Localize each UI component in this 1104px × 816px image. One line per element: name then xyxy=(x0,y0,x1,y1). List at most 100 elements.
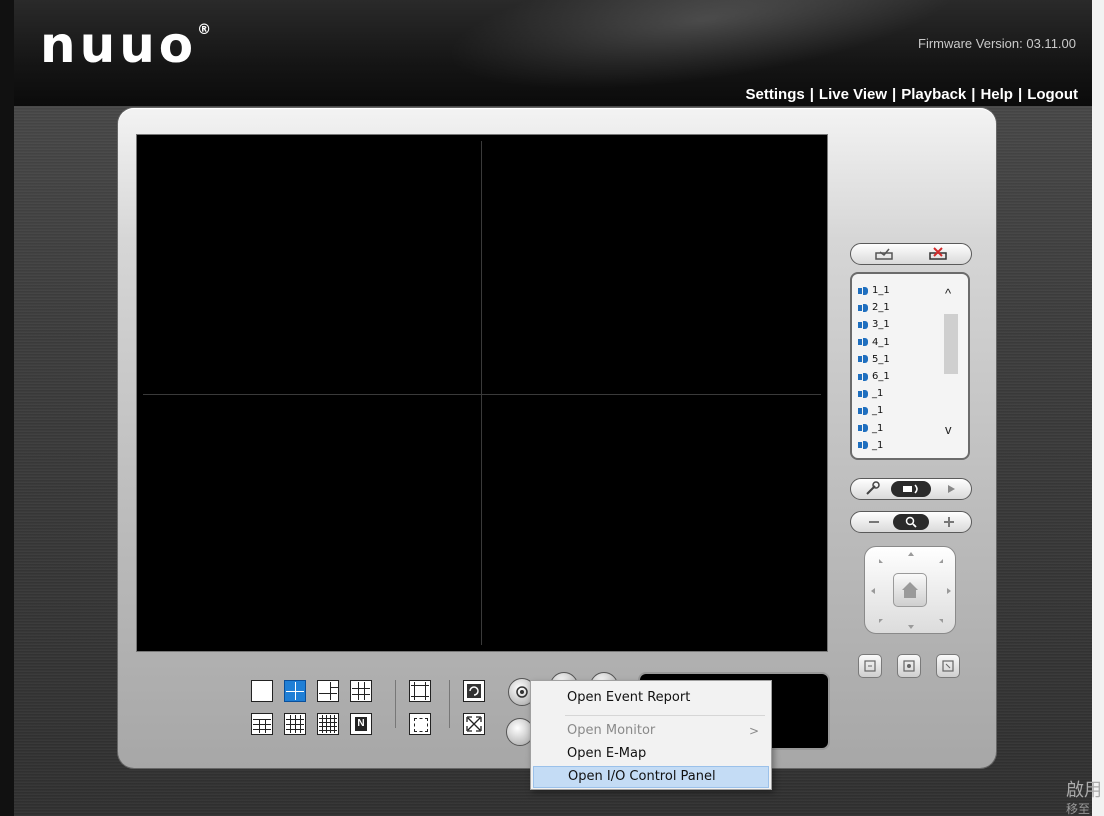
fullscreen-button[interactable] xyxy=(463,713,485,735)
ptz-home-button[interactable] xyxy=(893,573,927,607)
list-item[interactable]: 1_1 xyxy=(858,282,942,299)
grid-line xyxy=(319,730,337,731)
nav-settings[interactable]: Settings xyxy=(746,86,805,103)
expand-icon xyxy=(942,660,954,672)
layout-1plus5-button[interactable] xyxy=(317,680,339,702)
menu-item-open-monitor[interactable]: Open Monitor > xyxy=(533,720,769,742)
left-edge xyxy=(0,0,14,816)
grid-line xyxy=(364,682,365,700)
plus-icon xyxy=(944,517,954,527)
layout-4x4-button[interactable] xyxy=(284,713,306,735)
list-item[interactable]: 3_1 xyxy=(858,316,942,333)
header-bar: nuuo® Firmware Version: 03.11.00 Setting… xyxy=(14,0,1092,106)
tools-pill xyxy=(850,478,972,500)
toolbar-divider xyxy=(395,680,396,728)
grid-line xyxy=(253,724,271,725)
firmware-version: Firmware Version: 03.11.00 xyxy=(918,36,1076,51)
frame-icon xyxy=(864,660,876,672)
camera-icon xyxy=(858,424,869,433)
play-button[interactable] xyxy=(935,481,967,497)
grid-line xyxy=(286,724,304,725)
list-item[interactable]: 4_1 xyxy=(858,334,942,351)
grid-line xyxy=(253,729,271,730)
delete-view-button[interactable] xyxy=(913,246,963,262)
camera-label: 2_1 xyxy=(872,302,890,314)
save-view-icon xyxy=(875,248,893,260)
scrollbar-thumb[interactable] xyxy=(944,314,958,374)
menu-item-open-io-control-panel[interactable]: Open I/O Control Panel xyxy=(533,766,769,788)
menu-separator xyxy=(565,715,765,716)
preset-button-1[interactable] xyxy=(858,654,882,678)
grid-line xyxy=(352,688,370,689)
grid-line xyxy=(414,682,415,700)
camera-label: _1 xyxy=(872,405,884,417)
video-grid[interactable] xyxy=(136,134,828,652)
delete-view-icon xyxy=(929,247,947,260)
list-item[interactable]: 6_1 xyxy=(858,368,942,385)
ptz-pad[interactable] xyxy=(864,546,956,634)
camera-list-scrollbar[interactable]: ^ v xyxy=(944,284,960,444)
layout-3x3-button[interactable] xyxy=(350,680,372,702)
layout-wide-button[interactable] xyxy=(409,713,431,735)
scroll-up-icon[interactable]: ^ xyxy=(945,286,951,301)
grid-line xyxy=(425,682,426,700)
nav-playback[interactable]: Playback xyxy=(901,86,966,103)
scroll-down-icon[interactable]: v xyxy=(945,422,952,437)
grid-divider-horizontal xyxy=(143,394,821,395)
speaker-icon xyxy=(903,484,918,494)
audio-button[interactable] xyxy=(891,481,931,497)
grid-line xyxy=(286,719,304,720)
layout-edge-button[interactable] xyxy=(409,680,431,702)
camera-label: _1 xyxy=(872,439,884,451)
grid-line xyxy=(414,718,428,732)
camera-icon xyxy=(858,338,869,347)
camera-list-items: 1_1 2_1 3_1 4_1 5_1 6_1 _1 _1 _1 _1 xyxy=(858,282,942,454)
preset-button-2[interactable] xyxy=(897,654,921,678)
menu-item-open-event-report[interactable]: Open Event Report xyxy=(533,687,769,709)
nav-separator: | xyxy=(1017,86,1023,103)
top-nav: Settings | Live View | Playback | Help | Logout xyxy=(746,86,1078,103)
list-item[interactable]: 5_1 xyxy=(858,351,942,368)
nav-separator: | xyxy=(971,86,976,103)
activation-watermark: 啟用 xyxy=(1066,780,1102,801)
nav-logout[interactable]: Logout xyxy=(1027,86,1078,103)
settings-tool-button[interactable] xyxy=(857,481,889,497)
camera-label: 5_1 xyxy=(872,353,890,365)
layout-1x1-button[interactable] xyxy=(251,680,273,702)
menu-item-label: Open Monitor xyxy=(567,723,656,738)
camera-list[interactable]: 1_1 2_1 3_1 4_1 5_1 6_1 _1 _1 _1 _1 ^ v xyxy=(850,272,970,460)
save-view-button[interactable] xyxy=(859,246,909,262)
nav-help[interactable]: Help xyxy=(980,86,1013,103)
list-item[interactable]: _1 xyxy=(858,420,942,437)
grid-line xyxy=(319,718,337,719)
zoom-in-button[interactable] xyxy=(931,514,967,530)
nav-separator: | xyxy=(809,86,814,103)
camera-label: 4_1 xyxy=(872,336,890,348)
toolbar-divider xyxy=(449,680,450,728)
menu-item-open-e-map[interactable]: Open E-Map xyxy=(533,743,769,765)
nav-live-view[interactable]: Live View xyxy=(819,86,887,103)
grid-line xyxy=(319,722,337,723)
zoom-out-button[interactable] xyxy=(857,514,891,530)
camera-icon xyxy=(858,372,869,381)
list-item[interactable]: _1 xyxy=(858,385,942,402)
nuuo-logo: nuuo® xyxy=(40,16,211,74)
layout-5x5-button[interactable] xyxy=(317,713,339,735)
camera-label: 3_1 xyxy=(872,319,890,331)
grid-divider-vertical xyxy=(481,141,482,645)
camera-icon xyxy=(858,286,869,295)
list-item[interactable]: _1 xyxy=(858,437,942,454)
list-item[interactable]: 2_1 xyxy=(858,299,942,316)
list-item[interactable]: _1 xyxy=(858,402,942,419)
camera-icon xyxy=(858,355,869,364)
layout-2x2-button[interactable] xyxy=(284,680,306,702)
context-menu: Open Event Report Open Monitor > Open E-M… xyxy=(530,680,772,790)
magnifier-icon xyxy=(905,516,917,528)
menu-item-label: Open Event Report xyxy=(567,690,691,705)
wrench-icon xyxy=(866,481,880,495)
auto-scan-button[interactable] xyxy=(463,680,485,702)
layout-3x4-button[interactable] xyxy=(251,713,273,735)
preset-button-3[interactable] xyxy=(936,654,960,678)
layout-custom-n-button[interactable]: N xyxy=(350,713,372,735)
zoom-button[interactable] xyxy=(893,514,929,530)
